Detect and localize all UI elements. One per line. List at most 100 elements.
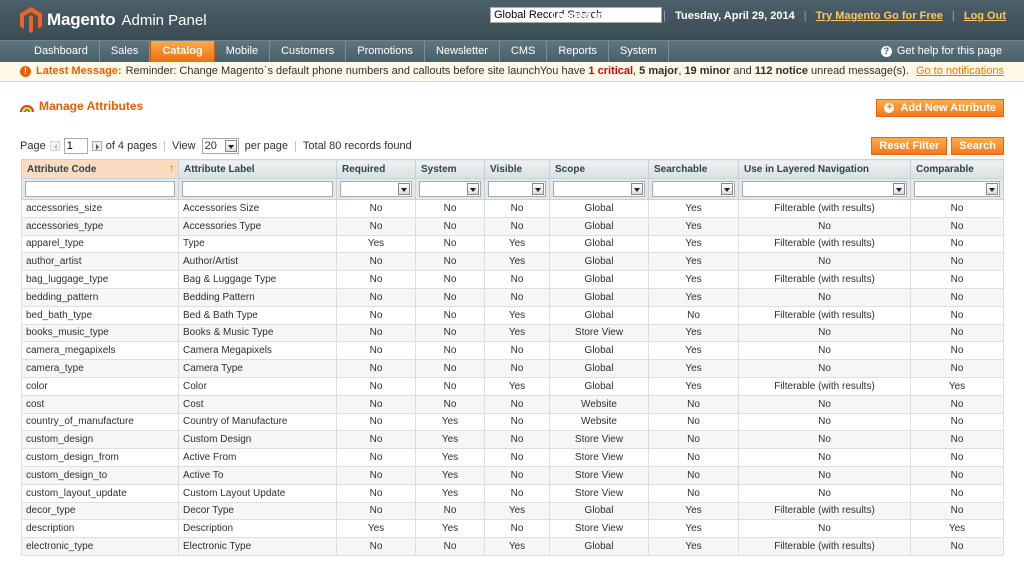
per-page-value: 20 bbox=[204, 140, 217, 152]
table-cell: Yes bbox=[484, 501, 550, 521]
column-header-system[interactable]: System bbox=[415, 159, 485, 179]
table-cell: No bbox=[738, 252, 911, 272]
table-cell: Yes bbox=[648, 199, 739, 218]
filter-select-scope[interactable] bbox=[553, 181, 645, 197]
table-row[interactable]: cost Cost No No No Website No No No bbox=[21, 394, 1004, 414]
table-cell: Bag & Luggage Type bbox=[178, 270, 337, 289]
reset-filter-button[interactable]: Reset Filter bbox=[871, 137, 948, 155]
table-row[interactable]: bag_luggage_type Bag & Luggage Type No No No… bbox=[21, 270, 1004, 289]
notice-suffix: unread message(s). bbox=[811, 65, 909, 77]
nav-item-promotions[interactable]: Promotions bbox=[346, 41, 425, 62]
column-header-label: Attribute Code bbox=[27, 163, 97, 175]
table-row[interactable]: accessories_size Accessories Size No No No Gl… bbox=[21, 199, 1004, 218]
table-cell: No bbox=[910, 412, 1004, 432]
filter-select-visible[interactable] bbox=[488, 181, 546, 197]
table-cell: electronic_type bbox=[21, 537, 179, 556]
table-cell: No bbox=[910, 323, 1004, 343]
try-magento-go-link[interactable]: Try Magento Go for Free bbox=[816, 10, 943, 22]
table-cell: No bbox=[415, 305, 485, 325]
column-header-searchable[interactable]: Searchable bbox=[648, 159, 739, 179]
per-page-select[interactable]: 20 bbox=[201, 138, 239, 154]
table-row[interactable]: decor_type Decor Type No No Yes Global Yes Filt… bbox=[21, 501, 1004, 521]
table-cell: Active From bbox=[178, 448, 337, 467]
column-header-required[interactable]: Required bbox=[336, 159, 416, 179]
grid-actions: Reset Filter Search bbox=[871, 137, 1004, 155]
table-cell: No bbox=[415, 216, 485, 236]
table-cell: Yes bbox=[648, 501, 739, 521]
filter-input-attribute-label[interactable] bbox=[182, 181, 333, 197]
table-row[interactable]: author_artist Author/Artist No No Yes Global Y… bbox=[21, 252, 1004, 272]
table-cell: Camera Megapixels bbox=[178, 341, 337, 361]
nav-item-customers[interactable]: Customers bbox=[270, 41, 347, 62]
chevron-down-icon bbox=[986, 183, 998, 195]
table-cell: No bbox=[336, 323, 416, 343]
table-cell: Global bbox=[549, 359, 649, 378]
table-row[interactable]: accessories_type Accessories Type No No No Gl… bbox=[21, 216, 1004, 236]
table-row[interactable]: bedding_pattern Bedding Pattern No No No Glob… bbox=[21, 287, 1004, 307]
table-row[interactable]: camera_megapixels Camera Megapixels No No No… bbox=[21, 341, 1004, 361]
chevron-down-icon bbox=[467, 183, 479, 195]
column-header-label: Searchable bbox=[654, 163, 708, 175]
page-number-input[interactable] bbox=[63, 138, 88, 154]
table-cell: No bbox=[738, 430, 911, 450]
table-cell: No bbox=[415, 252, 485, 272]
search-button[interactable]: Search bbox=[951, 137, 1004, 155]
table-cell: Yes bbox=[648, 234, 739, 254]
table-row[interactable]: books_music_type Books & Music Type No No Ye… bbox=[21, 323, 1004, 343]
table-row[interactable]: custom_layout_update Custom Layout Update… bbox=[21, 483, 1004, 503]
table-cell: No bbox=[910, 234, 1004, 254]
filter-select-required[interactable] bbox=[340, 181, 412, 197]
table-cell: Global bbox=[549, 199, 649, 218]
table-row[interactable]: country_of_manufacture Country of Manufac… bbox=[21, 412, 1004, 432]
table-row[interactable]: description Description Yes Yes No Store View… bbox=[21, 519, 1004, 539]
major-count: 5 major bbox=[639, 65, 679, 77]
table-cell: No bbox=[415, 234, 485, 254]
table-cell: Yes bbox=[415, 519, 485, 539]
filter-input-attribute-code[interactable] bbox=[25, 181, 175, 197]
table-row[interactable]: custom_design_from Active From No Yes No Stor… bbox=[21, 448, 1004, 467]
column-header-visible[interactable]: Visible bbox=[484, 159, 550, 179]
table-row[interactable]: custom_design Custom Design No Yes No Store V… bbox=[21, 430, 1004, 450]
filter-select-searchable[interactable] bbox=[652, 181, 735, 197]
pager: Page of 4 pages | View 20 per page | Tot… bbox=[20, 138, 412, 154]
nav-item-catalog[interactable]: Catalog bbox=[150, 41, 215, 62]
nav-item-reports[interactable]: Reports bbox=[547, 41, 609, 62]
notifications-link[interactable]: Go to notifications bbox=[916, 65, 1004, 77]
next-page-icon[interactable] bbox=[91, 141, 102, 151]
nav-item-sales[interactable]: Sales bbox=[100, 41, 151, 62]
table-cell: Yes bbox=[415, 465, 485, 485]
prev-page-icon[interactable] bbox=[49, 141, 60, 151]
table-cell: No bbox=[484, 199, 550, 218]
column-header-use-in-layered-navigation[interactable]: Use in Layered Navigation bbox=[738, 159, 911, 179]
nav-item-cms[interactable]: CMS bbox=[500, 41, 548, 62]
nav-item-newsletter[interactable]: Newsletter bbox=[425, 41, 500, 62]
table-cell: Filterable (with results) bbox=[738, 305, 911, 325]
table-row[interactable]: apparel_type Type Yes No Yes Global Yes Filtera… bbox=[21, 234, 1004, 254]
table-cell: Custom Design bbox=[178, 430, 337, 450]
table-cell: No bbox=[484, 412, 550, 432]
column-header-scope[interactable]: Scope bbox=[549, 159, 649, 179]
table-row[interactable]: custom_design_to Active To No Yes No Store Vi… bbox=[21, 465, 1004, 485]
column-header-comparable[interactable]: Comparable bbox=[910, 159, 1004, 179]
filter-select-system[interactable] bbox=[419, 181, 481, 197]
filter-cell bbox=[738, 178, 911, 200]
help-link[interactable]: ? Get help for this page bbox=[880, 45, 1002, 57]
table-row[interactable]: electronic_type Electronic Type No No Yes Glo… bbox=[21, 537, 1004, 556]
table-cell: No bbox=[336, 465, 416, 485]
nav-item-system[interactable]: System bbox=[609, 41, 669, 62]
table-row[interactable]: bed_bath_type Bed & Bath Type No No Yes Globa… bbox=[21, 305, 1004, 325]
column-header-attribute-label[interactable]: Attribute Label bbox=[178, 159, 337, 179]
logo[interactable]: Magento Admin Panel bbox=[20, 7, 207, 33]
filter-select-comparable[interactable] bbox=[914, 181, 1000, 197]
table-row[interactable]: color Color No No Yes Global Yes Filterable (wi… bbox=[21, 376, 1004, 396]
filter-select-use-in-layered-navigation[interactable] bbox=[742, 181, 907, 197]
nav-item-dashboard[interactable]: Dashboard bbox=[23, 41, 100, 62]
table-row[interactable]: camera_type Camera Type No No No Global Yes No N… bbox=[21, 359, 1004, 378]
logout-link[interactable]: Log Out bbox=[964, 10, 1006, 22]
separator: | bbox=[663, 10, 667, 22]
table-cell: Yes bbox=[415, 430, 485, 450]
column-header-attribute-code[interactable]: Attribute Code ↑ bbox=[21, 159, 179, 179]
table-cell: Yes bbox=[336, 234, 416, 254]
add-new-attribute-button[interactable]: + Add New Attribute bbox=[876, 99, 1004, 117]
nav-item-mobile[interactable]: Mobile bbox=[215, 41, 271, 62]
